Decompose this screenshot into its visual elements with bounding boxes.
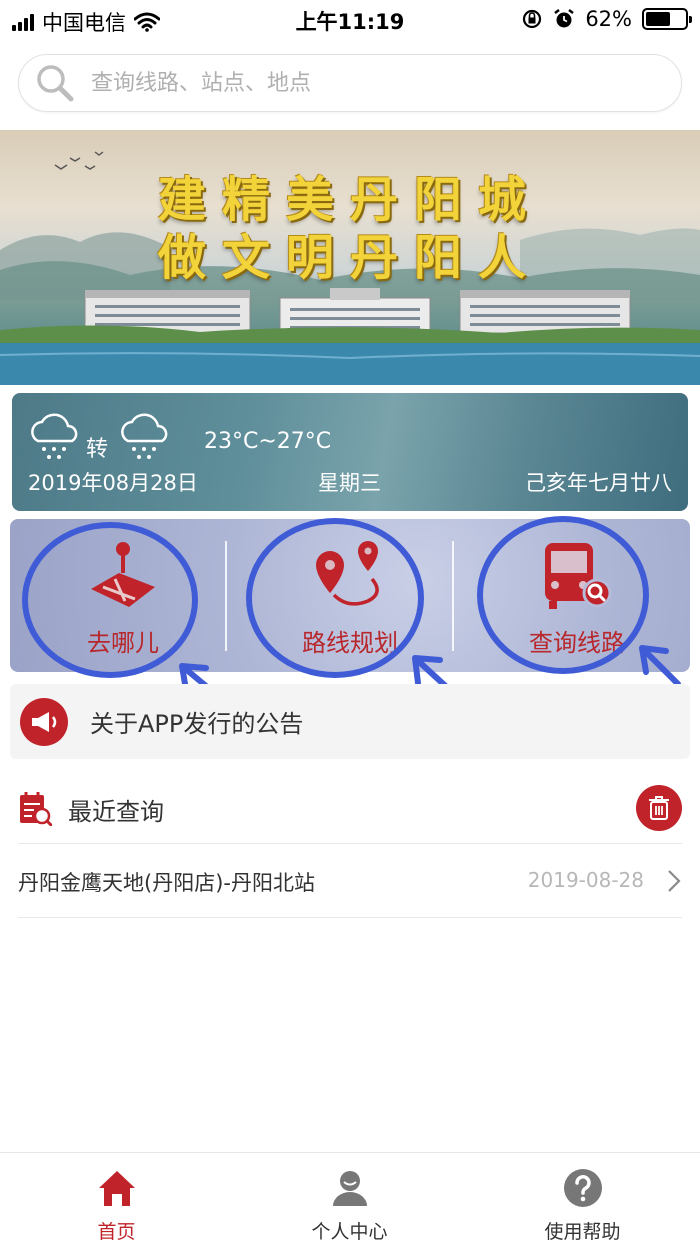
search-icon (37, 65, 74, 102)
quick-actions: 去哪儿 路线规划 查询线路 (10, 519, 690, 672)
divider (452, 541, 454, 651)
recent-title: 最近查询 (68, 798, 164, 826)
quick-action-label: 路线规划 (302, 629, 398, 657)
weather-lunar-date: 己亥年七月廿八 (525, 471, 672, 495)
quick-action-query-line[interactable]: 查询线路 (464, 519, 690, 672)
quick-action-route-plan[interactable]: 路线规划 (237, 519, 463, 672)
search-input[interactable] (91, 70, 651, 96)
trash-icon (649, 796, 669, 820)
quick-action-label: 查询线路 (529, 629, 625, 657)
recent-item-route: 丹阳金鹰天地(丹阳店)-丹阳北站 (18, 871, 315, 895)
weather-transition: 转 (86, 437, 109, 462)
quick-action-where-to[interactable]: 去哪儿 (10, 519, 236, 672)
weather-card: 转 23°C~27°C 2019年08月28日 星期三 己亥年七月廿八 (12, 393, 688, 511)
person-icon (332, 1171, 367, 1206)
battery-icon (642, 8, 692, 30)
chevron-right-icon (668, 870, 681, 892)
weather-weekday: 星期三 (318, 471, 381, 495)
recent-item[interactable]: 丹阳金鹰天地(丹阳店)-丹阳北站 2019-08-28 (0, 844, 700, 916)
tab-label: 个人中心 (311, 1221, 388, 1243)
clear-history-button[interactable] (636, 785, 682, 831)
map-pin-icon (91, 542, 155, 607)
recent-item-date: 2019-08-28 (527, 868, 644, 892)
notice-bar[interactable]: 关于APP发行的公告 (10, 684, 690, 759)
notice-text: 关于APP发行的公告 (90, 710, 304, 738)
tab-bar: 首页 个人中心 使用帮助 (0, 1152, 700, 1245)
recent-header: 最近查询 (0, 772, 700, 842)
route-plan-icon (316, 541, 379, 606)
cloud-rain-icon (31, 413, 78, 459)
cloud-rain-icon (121, 413, 168, 459)
rotation-lock-icon (523, 9, 542, 29)
status-bar: 中国电信 上午11:19 62% (0, 0, 700, 40)
weather-temperature: 23°C~27°C (204, 429, 332, 454)
home-icon (98, 1171, 135, 1206)
battery-percent: 62% (585, 7, 632, 31)
bus-search-icon (545, 543, 612, 609)
tab-home[interactable]: 首页 (0, 1153, 233, 1245)
tab-profile[interactable]: 个人中心 (233, 1153, 466, 1245)
alarm-icon (554, 9, 575, 28)
quick-action-label: 去哪儿 (87, 629, 159, 657)
tab-label: 使用帮助 (544, 1221, 621, 1243)
weather-date: 2019年08月28日 (28, 471, 198, 495)
banner-slogan-line2: 做文明丹阳人 (157, 230, 542, 286)
divider (18, 917, 682, 918)
tab-label: 首页 (97, 1221, 136, 1243)
banner-image[interactable]: 建精美丹阳城 做文明丹阳人 (0, 130, 700, 385)
megaphone-icon (20, 697, 68, 746)
divider (225, 541, 227, 651)
tab-help[interactable]: 使用帮助 (466, 1153, 699, 1245)
status-right: 62% (521, 7, 692, 31)
search-bar[interactable] (18, 54, 682, 112)
calendar-search-icon (20, 792, 52, 826)
help-icon (563, 1169, 602, 1207)
battery-fill (646, 12, 670, 26)
